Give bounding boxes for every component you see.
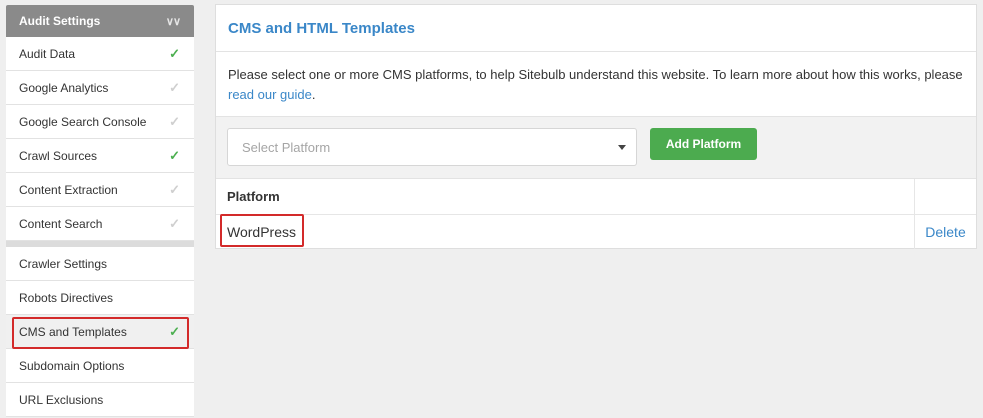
- sidebar-item-label: Crawl Sources: [19, 148, 98, 163]
- sidebar-item-label: Google Search Console: [19, 114, 147, 129]
- sidebar-item-label: Crawler Settings: [19, 256, 108, 271]
- table-header: Platform: [216, 179, 976, 215]
- sidebar-item-label: Subdomain Options: [19, 358, 125, 373]
- check-icon: ✓: [169, 181, 180, 197]
- panel-description: Please select one or more CMS platforms,…: [216, 52, 976, 116]
- sidebar-item-label: CMS and Templates: [19, 324, 127, 339]
- add-platform-button[interactable]: Add Platform: [650, 128, 757, 160]
- column-header-actions: [915, 179, 976, 214]
- check-icon: ✓: [169, 147, 180, 163]
- platform-toolbar: Select Platform Add Platform: [216, 116, 976, 179]
- platform-select[interactable]: Select Platform: [227, 128, 637, 166]
- delete-link[interactable]: Delete: [915, 215, 976, 249]
- table-row: WordPress Delete: [216, 215, 976, 249]
- sidebar-header-label: Audit Settings: [19, 14, 101, 28]
- check-icon: ✓: [169, 323, 180, 339]
- description-end: .: [311, 87, 316, 102]
- check-icon: ✓: [169, 79, 180, 95]
- sidebar-item-cms-and-templates[interactable]: CMS and Templates ✓: [6, 315, 194, 349]
- sidebar-item-label: Content Extraction: [19, 182, 118, 197]
- sidebar-item-label: Audit Data: [19, 46, 76, 61]
- sidebar-item-url-exclusions[interactable]: URL Exclusions: [6, 383, 194, 417]
- sidebar-item-google-search-console[interactable]: Google Search Console ✓: [6, 105, 194, 139]
- check-icon: ✓: [169, 45, 180, 61]
- platform-cell: WordPress: [216, 215, 915, 249]
- check-icon: ✓: [169, 215, 180, 231]
- caret-down-icon: [618, 144, 626, 150]
- cms-templates-panel: CMS and HTML Templates Please select one…: [215, 4, 977, 249]
- sidebar-item-label: Google Analytics: [19, 80, 109, 95]
- description-text: Please select one or more CMS platforms,…: [228, 67, 963, 82]
- sidebar-item-label: Robots Directives: [19, 290, 114, 305]
- sidebar-item-label: URL Exclusions: [19, 392, 104, 407]
- check-icon: ✓: [169, 113, 180, 129]
- sidebar-item-robots-directives[interactable]: Robots Directives: [6, 281, 194, 315]
- sidebar-item-label: Content Search: [19, 216, 103, 231]
- sidebar-item-content-search[interactable]: Content Search ✓: [6, 207, 194, 241]
- sidebar-item-subdomain-options[interactable]: Subdomain Options: [6, 349, 194, 383]
- panel-title: CMS and HTML Templates: [216, 5, 976, 52]
- column-header-platform: Platform: [216, 179, 915, 214]
- sidebar-item-crawler-settings[interactable]: Crawler Settings: [6, 247, 194, 281]
- sidebar-item-content-extraction[interactable]: Content Extraction ✓: [6, 173, 194, 207]
- sidebar-item-google-analytics[interactable]: Google Analytics ✓: [6, 71, 194, 105]
- read-guide-link[interactable]: read our guide: [228, 87, 312, 102]
- sidebar-item-audit-data[interactable]: Audit Data ✓: [6, 37, 194, 71]
- platform-select-placeholder: Select Platform: [242, 139, 331, 155]
- sidebar-header[interactable]: Audit Settings ∨∨: [6, 5, 194, 37]
- sidebar: Audit Settings ∨∨ Audit Data ✓ Google An…: [6, 5, 194, 418]
- sidebar-item-crawl-sources[interactable]: Crawl Sources ✓: [6, 139, 194, 173]
- double-chevron-down-icon[interactable]: ∨∨: [166, 15, 181, 28]
